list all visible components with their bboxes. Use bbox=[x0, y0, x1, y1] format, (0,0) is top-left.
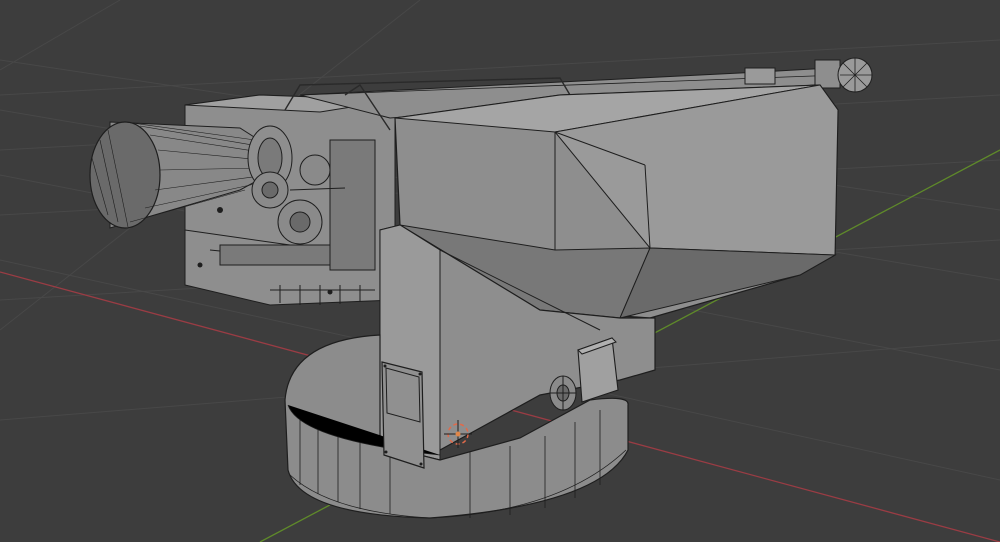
vent-wheel-icon bbox=[549, 375, 577, 411]
object-origin-icon bbox=[455, 431, 461, 437]
viewport-scene[interactable] bbox=[0, 0, 1000, 542]
side-hatch[interactable] bbox=[577, 337, 619, 403]
access-panel[interactable] bbox=[381, 361, 425, 469]
3d-viewport[interactable] bbox=[0, 0, 1000, 542]
